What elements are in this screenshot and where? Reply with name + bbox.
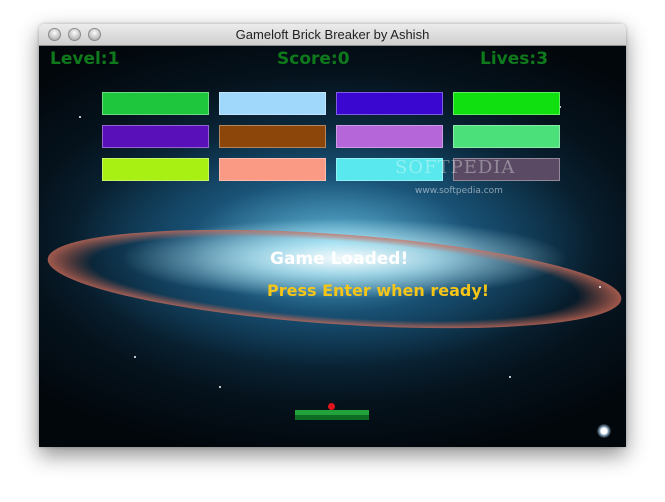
brick <box>219 92 326 115</box>
prompt-message: Press Enter when ready! <box>267 281 490 300</box>
brick <box>102 125 209 148</box>
brick <box>102 158 209 181</box>
ball <box>328 403 335 410</box>
star <box>599 286 601 288</box>
level-indicator: Level:1 <box>50 49 120 69</box>
star <box>134 356 136 358</box>
galaxy-background <box>44 214 625 344</box>
bright-star <box>597 424 611 438</box>
brick <box>219 125 326 148</box>
brick <box>453 92 560 115</box>
watermark-brand: SOFTPEDIA <box>395 157 516 178</box>
brick <box>219 158 326 181</box>
star <box>509 376 511 378</box>
star <box>219 386 221 388</box>
brick <box>336 125 443 148</box>
brick <box>102 92 209 115</box>
brick <box>336 92 443 115</box>
star <box>79 116 81 118</box>
status-message: Game Loaded! <box>270 249 409 269</box>
brick <box>453 125 560 148</box>
watermark-url: www.softpedia.com <box>415 186 503 196</box>
title-bar: Gameloft Brick Breaker by Ashish <box>39 24 626 46</box>
paddle[interactable] <box>295 410 369 420</box>
lives-indicator: Lives:3 <box>480 49 549 69</box>
score-indicator: Score:0 <box>277 49 350 69</box>
game-canvas[interactable]: Level:1 Score:0 Lives:3 SOFTPEDIA www.so… <box>39 46 626 447</box>
game-window: Gameloft Brick Breaker by Ashish Level:1… <box>39 24 626 447</box>
window-title: Gameloft Brick Breaker by Ashish <box>235 27 430 42</box>
